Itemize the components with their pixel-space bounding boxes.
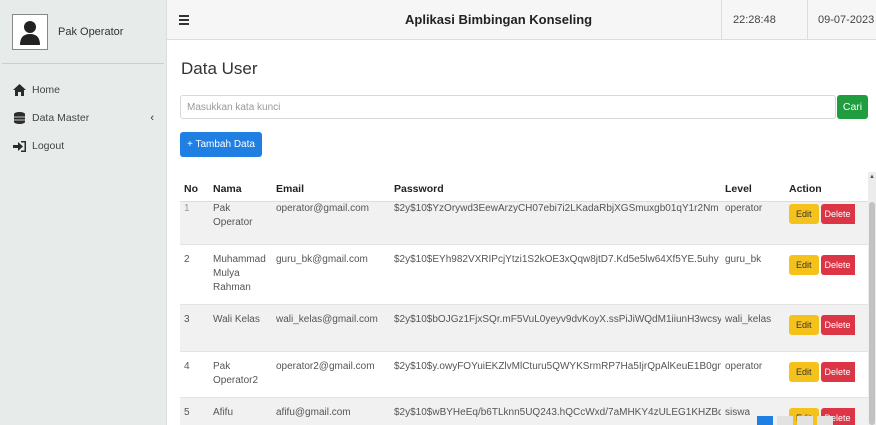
cell-email: wali_kelas@gmail.com	[272, 303, 390, 351]
sidebar-item-home[interactable]: Home	[0, 76, 166, 104]
hamburger-menu-icon[interactable]	[179, 13, 193, 27]
table-scrollbar[interactable]: ▲	[868, 172, 876, 425]
sidebar-item-data-master[interactable]: Data Master ‹	[0, 104, 166, 132]
cell-action: Edit Delete	[785, 243, 874, 304]
main-content: Data User Masukkan kata kunci Cari + Tam…	[167, 41, 876, 425]
app-title: Aplikasi Bimbingan Konseling	[405, 12, 593, 27]
sidebar-item-label: Home	[32, 84, 61, 96]
cell-level: wali_kelas	[721, 303, 785, 351]
sidebar-nav: Home Data Master ‹ Logout	[0, 76, 166, 160]
add-data-button[interactable]: + Tambah Data	[180, 132, 262, 157]
scrollbar-thumb[interactable]	[869, 202, 875, 425]
edit-button[interactable]: Edit	[789, 203, 819, 224]
chevron-left-icon: ‹	[150, 112, 154, 124]
cell-no: 1	[180, 200, 209, 244]
pagination	[757, 416, 833, 425]
column-header: Action	[785, 173, 874, 202]
page-title: Data User	[181, 59, 258, 78]
user-name: Pak Operator	[58, 25, 124, 38]
topbar: Aplikasi Bimbingan Konseling 22:28:48 09…	[167, 0, 876, 40]
search-button[interactable]: Cari	[837, 95, 868, 119]
cell-nama: Pak Operator2	[209, 350, 272, 397]
delete-button[interactable]: Delete	[820, 361, 855, 382]
cell-password: $2y$10$y.owyFOYuiEKZlvMlCturu5QWYKSrmRP7…	[390, 350, 721, 397]
pagination-page[interactable]	[797, 416, 813, 425]
table-row: 4 Pak Operator2 operator2@gmail.com $2y$…	[180, 350, 874, 397]
cell-password: $2y$10$bOJGz1FjxSQr.mF5VuL0yeyv9dvKoyX.s…	[390, 303, 721, 351]
cell-no: 5	[180, 396, 209, 425]
user-panel: Pak Operator	[2, 0, 164, 64]
column-header: Nama	[209, 173, 272, 202]
cell-email: guru_bk@gmail.com	[272, 243, 390, 304]
column-header: Email	[272, 173, 390, 202]
table-row: 2 Muhammad Mulya Rahman guru_bk@gmail.co…	[180, 243, 874, 304]
pagination-page[interactable]	[817, 416, 833, 425]
sidebar-item-logout[interactable]: Logout	[0, 132, 166, 160]
edit-button[interactable]: Edit	[789, 314, 819, 335]
table-row: 1 Pak Operator operator@gmail.com $2y$10…	[180, 200, 874, 244]
cell-nama: Muhammad Mulya Rahman	[209, 243, 272, 304]
pagination-page[interactable]	[777, 416, 793, 425]
current-date: 09-07-2023	[818, 13, 875, 26]
cell-password: $2y$10$YzOrywd3EewArzyCH07ebi7i2LKadaRbj…	[390, 200, 721, 244]
cell-password: $2y$10$wBYHeEq/b6TLknn5UQ243.hQCcWxd/7aM…	[390, 396, 721, 425]
edit-button[interactable]: Edit	[789, 361, 819, 382]
cell-password: $2y$10$EYh982VXRIPcjYtzi1S2kOE3xQqw8jtD7…	[390, 243, 721, 304]
cell-action: Edit Delete	[785, 303, 874, 351]
logout-icon	[12, 139, 26, 153]
scroll-up-arrow-icon[interactable]: ▲	[869, 174, 875, 180]
divider	[721, 0, 722, 40]
sidebar-item-label: Logout	[32, 140, 65, 152]
cell-no: 2	[180, 243, 209, 304]
cell-email: operator@gmail.com	[272, 200, 390, 244]
delete-button[interactable]: Delete	[820, 254, 855, 275]
cell-action: Edit Delete	[785, 350, 874, 397]
cell-no: 4	[180, 350, 209, 397]
search-input[interactable]: Masukkan kata kunci	[180, 95, 836, 119]
cell-nama: Wali Kelas	[209, 303, 272, 351]
cell-level: guru_bk	[721, 243, 785, 304]
cell-nama: Pak Operator	[209, 200, 272, 244]
cell-action: Edit Delete	[785, 200, 874, 244]
user-avatar-icon	[12, 13, 48, 50]
table-header-row: No Nama Email Password Level Action	[180, 173, 874, 202]
user-table-container[interactable]: No Nama Email Password Level Action 1 Pa…	[180, 173, 874, 425]
column-header: Level	[721, 173, 785, 202]
column-header: Password	[390, 173, 721, 202]
clock-time: 22:28:48	[733, 13, 776, 26]
sidebar: Pak Operator Home Data Master ‹ Logout	[0, 0, 167, 425]
user-table: No Nama Email Password Level Action 1 Pa…	[180, 173, 874, 425]
cell-nama: Afifu	[209, 396, 272, 425]
cell-level: operator	[721, 200, 785, 244]
cell-email: operator2@gmail.com	[272, 350, 390, 397]
cell-no: 3	[180, 303, 209, 351]
cell-email: afifu@gmail.com	[272, 396, 390, 425]
divider	[807, 0, 808, 40]
pagination-page-active[interactable]	[757, 416, 773, 425]
sidebar-item-label: Data Master	[32, 112, 90, 124]
delete-button[interactable]: Delete	[820, 203, 855, 224]
home-icon	[12, 83, 26, 97]
database-icon	[12, 111, 26, 125]
delete-button[interactable]: Delete	[820, 314, 855, 335]
cell-level: operator	[721, 350, 785, 397]
column-header: No	[180, 173, 209, 202]
edit-button[interactable]: Edit	[789, 254, 819, 275]
table-row: 3 Wali Kelas wali_kelas@gmail.com $2y$10…	[180, 303, 874, 351]
